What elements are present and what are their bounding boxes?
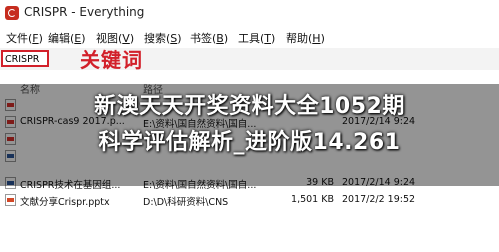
menu-file[interactable]: 文件(F)	[6, 30, 43, 46]
headline-line-2: 科学评估解析_进阶版14.261	[98, 130, 401, 155]
file-name: 文献分享Crispr.pptx	[20, 197, 110, 208]
file-row[interactable]: 文献分享Crispr.pptx D:\D\科研资料\CNS 1,501 KB 2…	[0, 192, 499, 208]
menu-tools[interactable]: 工具(T)	[238, 30, 275, 46]
search-input[interactable]: CRISPR	[1, 50, 49, 67]
title-bar: CRISPR - Everything	[0, 0, 499, 26]
menu-bar: 文件(F) 编辑(E) 视图(V) 搜索(S) 书签(B) 工具(T) 帮助(H…	[0, 27, 499, 47]
file-date: 2017/2/2 19:52	[342, 194, 416, 205]
menu-search[interactable]: 搜索(S)	[144, 30, 182, 46]
keyword-annotation: 关键词	[80, 48, 143, 72]
file-path: D:\D\科研资料\CNS	[143, 197, 229, 208]
headline-line-1: 新澳天天开奖资料大全1052期	[94, 94, 405, 119]
headline-overlay: 新澳天天开奖资料大全1052期 科学评估解析_进阶版14.261	[0, 84, 499, 186]
powerpoint-file-icon	[5, 194, 16, 206]
file-size: 1,501 KB	[291, 194, 334, 205]
window-title: CRISPR - Everything	[24, 5, 145, 19]
everything-app-icon	[5, 6, 19, 20]
search-bar	[0, 48, 499, 70]
menu-bookmarks[interactable]: 书签(B)	[190, 30, 228, 46]
menu-help[interactable]: 帮助(H)	[286, 30, 325, 46]
